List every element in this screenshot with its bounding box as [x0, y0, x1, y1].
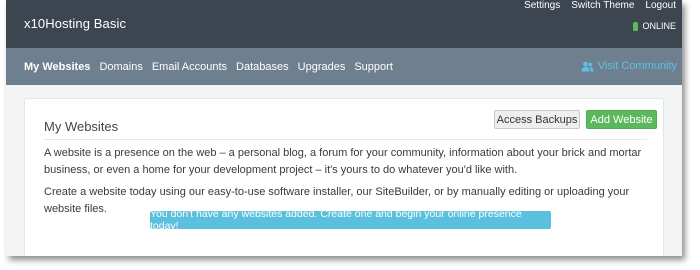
- logout-link[interactable]: Logout: [645, 0, 676, 11]
- divider: [44, 139, 647, 140]
- brand-title: x10Hosting Basic: [24, 16, 127, 31]
- nav-databases[interactable]: Databases: [236, 61, 289, 73]
- switch-theme-link[interactable]: Switch Theme: [571, 0, 634, 11]
- top-bar: x10Hosting Basic Settings Switch Theme L…: [6, 0, 682, 48]
- nav-my-websites[interactable]: My Websites: [24, 61, 90, 73]
- users-icon: [581, 61, 594, 71]
- visit-community-link[interactable]: Visit Community: [581, 60, 677, 72]
- my-websites-panel: My Websites Access Backups Add Website A…: [24, 98, 664, 256]
- no-websites-notice: You don't have any websites added. Creat…: [150, 208, 551, 232]
- account-links: Settings Switch Theme Logout: [513, 0, 676, 11]
- visit-community-label: Visit Community: [597, 60, 677, 72]
- add-website-button[interactable]: Add Website: [586, 110, 657, 129]
- app-window: x10Hosting Basic Settings Switch Theme L…: [6, 0, 682, 256]
- settings-link[interactable]: Settings: [524, 0, 560, 11]
- online-status-icon: [633, 21, 639, 31]
- online-status: ONLINE: [633, 21, 676, 31]
- nav-email-accounts[interactable]: Email Accounts: [152, 61, 227, 73]
- nav-support[interactable]: Support: [354, 61, 393, 73]
- description-text: A website is a presence on the web – a p…: [44, 147, 642, 176]
- access-backups-button[interactable]: Access Backups: [494, 110, 580, 129]
- online-status-label: ONLINE: [642, 21, 676, 31]
- nav-domains[interactable]: Domains: [99, 61, 142, 73]
- main-nav: My Websites Domains Email Accounts Datab…: [6, 48, 682, 85]
- panel-title: My Websites: [44, 119, 119, 134]
- nav-upgrades[interactable]: Upgrades: [298, 61, 346, 73]
